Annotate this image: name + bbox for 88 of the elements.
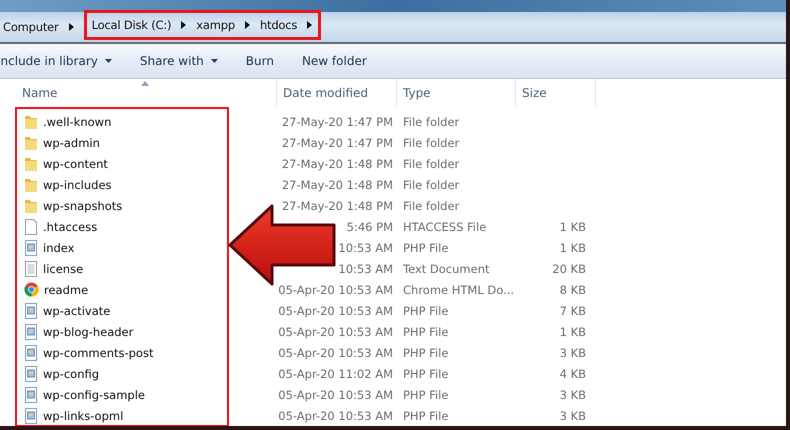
column-header[interactable]: Type (397, 79, 516, 107)
script-file-icon (24, 386, 38, 402)
type-cell-text: Chrome HTML Do... (402, 282, 516, 296)
date-cell-text: 05-Apr-20 10:53 AM (277, 324, 394, 338)
file-name[interactable]: wp-config (43, 366, 100, 380)
type-cell-text: Text Document (402, 262, 490, 276)
type-cell-text: PHP File (402, 240, 450, 254)
type-cell-text: File folder (402, 156, 460, 170)
date-cell-text: 27-May-20 1:48 PM (280, 198, 394, 212)
blank-file-icon (24, 218, 38, 234)
type-cell-text: HTACCESS File (402, 220, 488, 234)
chevron-icon[interactable] (68, 23, 74, 31)
toolbar-button[interactable]: Share with (126, 54, 232, 68)
script-file-icon (24, 324, 38, 340)
date-cell-text: 27-May-20 1:47 PM (280, 114, 394, 128)
caret-icon (210, 59, 218, 63)
date-cell-text: 5:46 PM (346, 220, 394, 234)
script-file-icon (24, 240, 38, 256)
size-cell-text: 3 KB (558, 388, 586, 402)
toolbar-button[interactable]: Burn (232, 54, 288, 68)
size-cell-text: 8 KB (558, 282, 586, 296)
type-cell-text: PHP File (402, 366, 450, 380)
file-name[interactable]: wp-blog-header (43, 324, 134, 338)
type-cell-text: PHP File (402, 346, 450, 360)
folder-icon (24, 114, 38, 130)
file-name[interactable]: wp-content (43, 156, 108, 170)
breadcrumb-item[interactable]: Computer (3, 20, 59, 34)
size-cell-text: 1 KB (558, 240, 586, 254)
folder-icon (24, 198, 38, 214)
size-cell-text: 4 KB (558, 366, 586, 380)
type-cell-text: File folder (402, 136, 460, 150)
type-cell-text: File folder (402, 198, 460, 212)
date-cell-text: 05-Apr-20 10:53 AM (277, 304, 394, 318)
toolbar-button[interactable]: New folder (288, 54, 381, 68)
date-cell-text: 05-Apr-20 10:53 AM (277, 388, 394, 402)
size-cell-text: 3 KB (558, 408, 586, 422)
chevron-icon[interactable] (181, 21, 186, 29)
file-name[interactable]: readme (44, 282, 88, 296)
file-name[interactable]: wp-comments-post (43, 346, 154, 360)
type-cell-text: PHP File (402, 408, 450, 422)
file-name[interactable]: wp-snapshots (43, 198, 122, 212)
date-cell-text: 10:53 AM (337, 240, 394, 254)
file-name[interactable]: wp-admin (43, 136, 100, 150)
script-file-icon (24, 344, 38, 360)
breadcrumb-item[interactable]: Local Disk (C:) (92, 18, 172, 32)
size-cell-text: 1 KB (558, 220, 586, 234)
type-cell-text: PHP File (402, 388, 450, 402)
type-cell-text: PHP File (402, 304, 450, 318)
date-cell-text: 05-Apr-20 11:02 AM (277, 366, 394, 380)
folder-icon (24, 134, 38, 150)
date-cell-text: 10:53 AM (337, 262, 394, 276)
toolbar-button[interactable]: Include in library (0, 54, 126, 68)
file-name[interactable]: .well-known (43, 114, 112, 128)
caret-icon (104, 59, 112, 63)
script-file-icon (24, 366, 38, 382)
file-name[interactable]: wp-includes (43, 178, 112, 192)
date-cell-text: 05-Apr-20 10:53 AM (277, 346, 394, 360)
breadcrumb-item[interactable]: xampp (196, 18, 235, 32)
chrome-icon (24, 282, 39, 297)
type-cell-text: File folder (402, 178, 460, 192)
folder-icon (24, 176, 38, 192)
script-file-icon (24, 302, 38, 318)
file-name[interactable]: wp-links-opml (43, 408, 124, 422)
date-cell-text: 05-Apr-20 10:53 AM (277, 282, 394, 296)
date-cell-text: 27-May-20 1:47 PM (280, 136, 394, 150)
file-name[interactable]: index (43, 240, 74, 254)
file-name[interactable]: wp-config-sample (43, 388, 146, 402)
column-header[interactable]: Size (516, 79, 596, 107)
script-file-icon (24, 408, 38, 424)
file-name[interactable]: license (43, 262, 84, 276)
type-cell-text: PHP File (402, 324, 450, 338)
date-cell-text: 27-May-20 1:48 PM (280, 156, 394, 170)
folder-icon (24, 156, 38, 172)
chevron-icon[interactable] (307, 21, 312, 29)
date-cell-text: 05-Apr-20 10:53 AM (277, 408, 394, 422)
size-cell-text: 20 KB (551, 262, 586, 276)
file-name[interactable]: wp-activate (43, 304, 110, 318)
type-cell-text: File folder (402, 114, 460, 128)
date-cell-text: 27-May-20 1:48 PM (280, 178, 394, 192)
size-cell-text: 1 KB (558, 324, 586, 338)
breadcrumb-item[interactable]: htdocs (260, 18, 298, 32)
size-cell-text: 3 KB (558, 346, 586, 360)
sort-arrow-icon (141, 81, 149, 86)
chevron-icon[interactable] (244, 21, 250, 29)
column-header[interactable]: Date modified (277, 79, 397, 107)
text-file-icon (24, 260, 38, 276)
size-cell-text: 7 KB (558, 304, 586, 318)
file-name[interactable]: .htaccess (43, 220, 98, 234)
